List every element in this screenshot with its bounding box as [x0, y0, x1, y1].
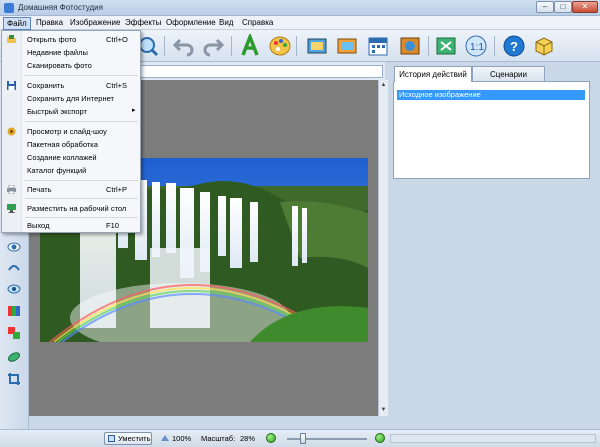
printer-icon — [7, 185, 16, 194]
file-menu-dropdown: Открыть фото Ctrl+O Недавние файлы Скани… — [1, 30, 141, 233]
minimize-button[interactable]: – — [536, 1, 554, 13]
desktop-icon — [7, 204, 16, 213]
menu-item-recent[interactable]: Недавние файлы — [2, 46, 140, 59]
zoom-slider-handle[interactable] — [300, 433, 306, 444]
tab-scenarios[interactable]: Сценарии — [472, 66, 545, 81]
zoom-100-button[interactable]: 100% — [160, 434, 191, 443]
menu-item-batch[interactable]: Пакетная обработка — [2, 138, 140, 151]
panel-scrollbar[interactable] — [390, 434, 596, 443]
zoom-out-button[interactable] — [266, 433, 276, 443]
redeye-tool-icon[interactable] — [7, 282, 21, 296]
close-button[interactable]: ✕ — [572, 1, 598, 13]
package-icon[interactable] — [532, 34, 556, 58]
frame-icon[interactable] — [335, 34, 359, 58]
open-folder-icon — [7, 35, 16, 43]
menu-help[interactable]: Справка — [242, 18, 273, 27]
zoom-slider[interactable] — [287, 438, 367, 440]
menu-item-save-web[interactable]: Сохранить для Интернет — [2, 92, 140, 105]
actual-size-small-icon — [161, 435, 169, 441]
submenu-arrow-icon: ▸ — [132, 107, 136, 114]
scale-value: 28% — [240, 434, 256, 443]
fit-label: Уместить — [118, 434, 151, 443]
title-bar: Домашняя Фотостудия – □ ✕ — [0, 0, 600, 16]
status-bar: Уместить 100% Масштаб: 28% — [0, 429, 600, 447]
zoom-in-button[interactable] — [375, 433, 385, 443]
retouch-tool-icon[interactable] — [7, 260, 21, 274]
menu-effects[interactable]: Эффекты — [125, 18, 161, 27]
crop-tool-icon[interactable] — [7, 372, 21, 386]
eraser-tool-icon[interactable] — [7, 350, 21, 364]
eye-tool-icon[interactable] — [7, 240, 21, 254]
menu-bar: Файл Правка Изображение Эффекты Оформлен… — [0, 16, 600, 30]
tab-history[interactable]: История действий — [394, 66, 472, 82]
menu-item-scan[interactable]: Сканировать фото — [2, 59, 140, 72]
calendar-icon[interactable] — [366, 34, 390, 58]
undo-icon[interactable] — [172, 34, 196, 58]
right-panel: История действий Сценарии Исходное изобр… — [390, 62, 600, 429]
floppy-icon — [7, 81, 16, 90]
scale-label: Масштаб: — [201, 434, 236, 443]
zoom-100-label: 100% — [172, 434, 192, 443]
color-tool-icon[interactable] — [7, 326, 21, 340]
collage-icon[interactable] — [398, 34, 422, 58]
menu-item-save[interactable]: Сохранить Ctrl+S — [2, 79, 140, 92]
maximize-button[interactable]: □ — [554, 1, 572, 13]
menu-item-collage[interactable]: Создание коллажей — [2, 151, 140, 164]
path-input[interactable] — [139, 65, 383, 78]
menu-edit[interactable]: Правка — [36, 18, 63, 27]
text-tool-icon[interactable] — [238, 32, 262, 58]
fit-screen-icon[interactable] — [434, 34, 458, 58]
menu-image[interactable]: Изображение — [70, 18, 120, 27]
menu-item-quick-export[interactable]: Быстрый экспорт ▸ — [2, 105, 140, 118]
svg-text:?: ? — [510, 39, 518, 54]
menu-item-exit[interactable]: Выход F10 — [2, 219, 140, 232]
photo-effects-icon[interactable] — [305, 34, 329, 58]
menu-item-slideshow[interactable]: Просмотр и слайд-шоу — [2, 125, 140, 138]
palette-icon[interactable] — [268, 34, 292, 58]
menu-view[interactable]: Вид — [219, 18, 233, 27]
menu-design[interactable]: Оформление — [166, 18, 216, 27]
scroll-down-icon[interactable]: ▼ — [380, 406, 387, 414]
vertical-scrollbar[interactable]: ▲ ▼ — [378, 80, 388, 416]
fit-icon — [108, 435, 115, 442]
list-item[interactable]: Исходное изображение — [397, 90, 585, 100]
slideshow-icon — [7, 127, 16, 136]
actual-size-icon[interactable]: 1:1 — [464, 34, 488, 58]
fit-button[interactable]: Уместить — [104, 432, 152, 445]
app-icon — [4, 3, 14, 13]
levels-tool-icon[interactable] — [7, 304, 21, 318]
menu-file[interactable]: Файл — [3, 17, 31, 30]
menu-item-catalog[interactable]: Каталог функций — [2, 164, 140, 177]
window-title: Домашняя Фотостудия — [18, 3, 103, 12]
history-list: Исходное изображение — [393, 81, 590, 179]
help-icon[interactable]: ? — [502, 34, 526, 58]
menu-item-print[interactable]: Печать Ctrl+P — [2, 183, 140, 196]
redo-icon[interactable] — [201, 34, 225, 58]
menu-item-desktop[interactable]: Разместить на рабочий стол — [2, 202, 140, 215]
menu-item-open[interactable]: Открыть фото Ctrl+O — [2, 33, 140, 46]
scroll-up-icon[interactable]: ▲ — [380, 81, 387, 89]
svg-text:1:1: 1:1 — [470, 42, 484, 53]
